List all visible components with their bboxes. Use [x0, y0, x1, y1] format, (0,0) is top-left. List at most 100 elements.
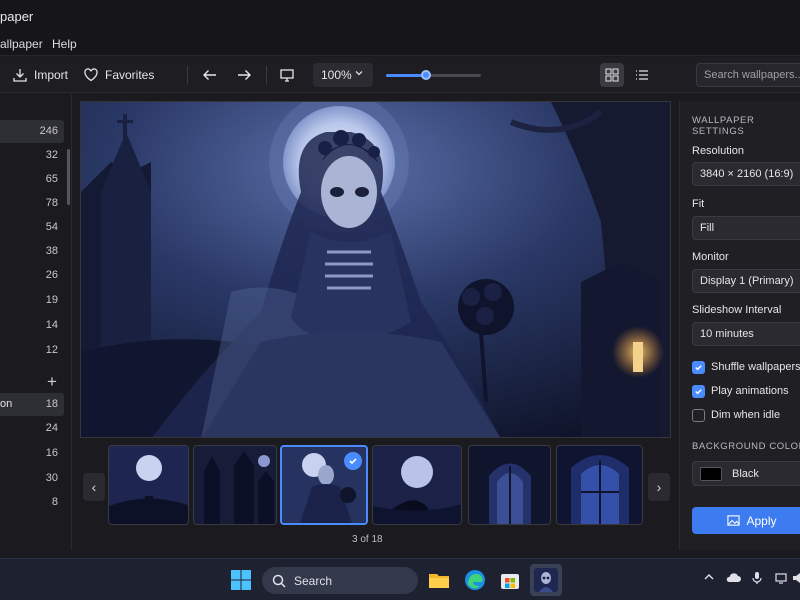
grid-view-button[interactable]	[600, 63, 624, 87]
search-input[interactable]	[697, 64, 800, 86]
microphone-icon[interactable]	[751, 571, 763, 585]
list-view-button[interactable]	[630, 63, 654, 87]
next-thumbnails-button[interactable]: ›	[648, 473, 670, 501]
add-album-icon[interactable]: +	[47, 372, 57, 392]
import-icon	[13, 69, 27, 82]
chevron-down-icon	[355, 71, 363, 76]
slideshow-select[interactable]: 10 minutes	[692, 322, 800, 346]
sidebar-album-count: 16	[45, 447, 58, 459]
menu-bar: allpaper Help	[0, 32, 800, 56]
thumbnail[interactable]	[556, 445, 643, 525]
apply-label: Apply	[746, 513, 777, 528]
taskbar-search-label: Search	[294, 573, 333, 588]
chevron-up-icon[interactable]	[703, 571, 715, 583]
animations-checkbox[interactable]: Play animations	[692, 383, 789, 399]
zoom-slider[interactable]	[386, 70, 481, 80]
sidebar-item-count: 12	[45, 344, 58, 356]
sidebar-item[interactable]: 12	[0, 339, 64, 362]
display-button[interactable]	[279, 64, 295, 86]
sidebar-item[interactable]: 19	[0, 289, 64, 312]
monitor-label: Monitor	[692, 251, 729, 263]
windows-start-icon[interactable]	[229, 568, 253, 592]
import-button[interactable]: Import	[12, 64, 68, 86]
sidebar-item[interactable]: 54	[0, 216, 64, 239]
sidebar-album[interactable]: 16	[0, 442, 64, 465]
search-box	[696, 63, 800, 87]
file-explorer-icon[interactable]	[427, 568, 451, 592]
sidebar-item[interactable]: 65	[0, 168, 64, 191]
sidebar-album[interactable]: 24	[0, 417, 64, 440]
thumbnail[interactable]	[372, 445, 462, 525]
thumbnail-image	[194, 446, 276, 524]
background-color-select[interactable]: Black	[692, 461, 800, 486]
sidebar-album[interactable]: on 18	[0, 393, 64, 416]
dim-checkbox[interactable]: Dim when idle	[692, 407, 780, 423]
monitor-select[interactable]: Display 1 (Primary)	[692, 269, 800, 293]
fit-label: Fit	[692, 198, 705, 210]
edge-browser-icon[interactable]	[463, 568, 487, 592]
animations-label: Play animations	[711, 385, 789, 397]
sidebar-album-count: 24	[45, 422, 58, 434]
favorites-button[interactable]: Favorites	[83, 64, 154, 86]
image-icon	[727, 515, 741, 526]
sidebar-item-count: 26	[45, 269, 58, 281]
zoom-slider-handle[interactable]	[420, 70, 431, 80]
menu-wallpaper[interactable]: allpaper	[0, 37, 43, 51]
sidebar-item[interactable]: 14	[0, 314, 64, 337]
page-indicator: 3 of 18	[352, 534, 383, 545]
settings-panel: WALLPAPER SETTINGS Resolution 3840 × 216…	[679, 101, 800, 550]
wallpaper-preview-image	[81, 102, 670, 437]
speaker-icon[interactable]	[793, 571, 800, 585]
list-icon	[636, 70, 648, 80]
thumbnail-image	[109, 446, 188, 524]
apply-button[interactable]: Apply	[692, 507, 800, 534]
slideshow-label: Slideshow Interval	[692, 304, 782, 316]
checkbox-unchecked-icon	[692, 408, 705, 422]
taskbar: Search	[0, 558, 800, 600]
back-button[interactable]	[202, 64, 218, 86]
fit-select[interactable]: Fill	[692, 216, 800, 240]
network-icon[interactable]	[774, 571, 788, 585]
menu-help[interactable]: Help	[52, 37, 77, 51]
thumbnail[interactable]	[468, 445, 551, 525]
sidebar-scrollbar[interactable]	[67, 149, 70, 205]
thumbnail[interactable]	[193, 445, 277, 525]
sidebar-item[interactable]: 32	[0, 144, 64, 167]
sidebar-item[interactable]: 26	[0, 264, 64, 287]
checkbox-checked-icon	[692, 360, 705, 374]
forward-button[interactable]	[236, 64, 252, 86]
sidebar-item-count: 19	[45, 294, 58, 306]
sidebar-album[interactable]: 30	[0, 467, 64, 490]
thumbnail-image	[557, 446, 642, 524]
sidebar-item[interactable]: 38	[0, 240, 64, 263]
sidebar-album-count: 18	[45, 398, 58, 410]
sidebar-item[interactable]: 78	[0, 192, 64, 215]
grid-icon	[605, 68, 619, 82]
arrow-left-icon	[203, 70, 216, 80]
toolbar-divider	[266, 66, 267, 84]
sidebar-item-count: 54	[45, 221, 58, 233]
zoom-select[interactable]: 100%	[313, 63, 373, 87]
sidebar-item-count: 246	[39, 125, 58, 137]
sidebar-album[interactable]: 8	[0, 491, 64, 514]
cloud-icon[interactable]	[725, 571, 741, 583]
sidebar-item[interactable]: 246	[0, 120, 64, 143]
favorites-label: Favorites	[105, 68, 155, 82]
thumbnail-selected[interactable]	[280, 445, 368, 525]
wallpaper-app-taskbar-button[interactable]	[530, 564, 562, 596]
dim-label: Dim when idle	[711, 409, 781, 421]
color-swatch	[700, 466, 722, 481]
shuffle-checkbox[interactable]: Shuffle wallpapers	[692, 359, 800, 375]
wallpaper-preview[interactable]	[80, 101, 671, 438]
import-label: Import	[34, 68, 69, 82]
store-icon[interactable]	[498, 568, 522, 592]
window-title: paper	[0, 9, 34, 24]
sidebar-album-count: 8	[51, 496, 58, 508]
shuffle-label: Shuffle wallpapers	[711, 361, 800, 373]
background-color-header: BACKGROUND COLOR	[692, 441, 800, 452]
previous-thumbnails-button[interactable]: ‹	[83, 473, 105, 501]
resolution-select[interactable]: 3840 × 2160 (16:9)	[692, 162, 800, 186]
thumbnail[interactable]	[108, 445, 189, 525]
sidebar-item-count: 14	[45, 319, 58, 331]
taskbar-search[interactable]: Search	[262, 567, 418, 594]
